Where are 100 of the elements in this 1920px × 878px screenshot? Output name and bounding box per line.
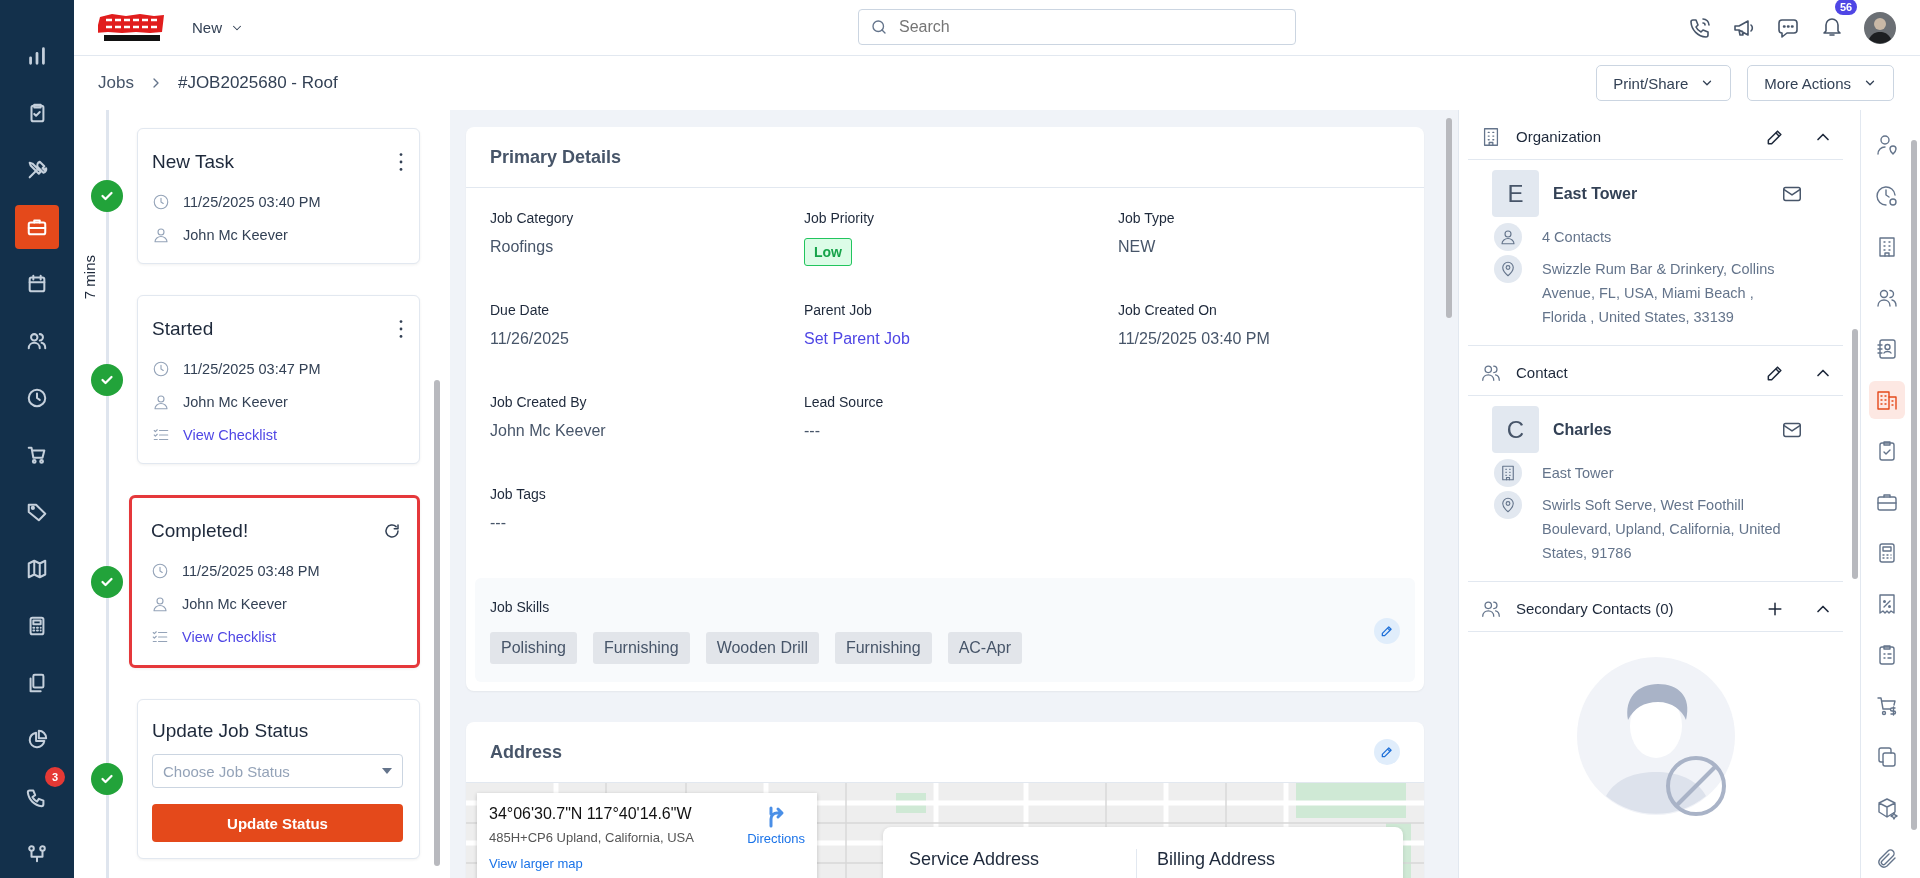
- clock-icon: [152, 192, 170, 211]
- field-label: Job Skills: [490, 599, 550, 615]
- more-button[interactable]: [399, 153, 403, 171]
- initial-avatar: C: [1492, 406, 1539, 453]
- location-pin-icon: [1499, 496, 1517, 514]
- field-label: Parent Job: [804, 302, 872, 318]
- buildings-icon: [1875, 388, 1899, 412]
- user-location-icon: [1875, 133, 1899, 157]
- field-label: Job Type: [1118, 210, 1175, 226]
- clock-icon: [1875, 184, 1899, 208]
- clock-icon: [152, 359, 170, 378]
- field-label: Lead Source: [804, 394, 884, 410]
- checklist-link[interactable]: View Checklist: [182, 628, 277, 645]
- status-title: Update Job Status: [152, 720, 310, 742]
- copy-icon: [1875, 745, 1899, 769]
- org-chart-icon: [26, 843, 48, 865]
- initial-avatar: E: [1492, 170, 1539, 217]
- pencil-icon: [1380, 624, 1394, 638]
- skill-tag: Polishing: [490, 632, 577, 664]
- pencil-icon: [1380, 745, 1394, 759]
- nav-item[interactable]: [15, 205, 59, 249]
- field-value: ---: [490, 514, 506, 532]
- skill-tag: AC-Apr: [947, 632, 1023, 664]
- reopen-button[interactable]: [383, 522, 401, 540]
- field-value: John Mc Keever: [490, 422, 606, 440]
- contact-organization: East Tower: [1542, 464, 1615, 483]
- users-icon: [26, 330, 48, 352]
- status-time: 11/25/2025 03:40 PM: [183, 193, 321, 210]
- breadcrumb-link[interactable]: Jobs: [98, 73, 134, 93]
- checklist-link[interactable]: View Checklist: [183, 426, 278, 443]
- address-heading: Billing Address: [1136, 849, 1384, 878]
- count-badge: 3: [45, 767, 65, 787]
- phone-icon: [1688, 15, 1712, 40]
- location-pin-icon: [1499, 260, 1517, 278]
- kebab-icon: [399, 320, 403, 338]
- field-label: Job Priority: [804, 210, 875, 226]
- status-user: John Mc Keever: [183, 226, 288, 243]
- section-title: Secondary Contacts (0): [1516, 600, 1675, 617]
- field-label: Job Created By: [490, 394, 587, 410]
- coordinates: 34°06'30.7"N 117°40'14.6"W: [489, 805, 693, 824]
- section-title: Contact: [1516, 364, 1569, 381]
- person-icon: [152, 225, 170, 244]
- scrollbar[interactable]: [1911, 140, 1917, 830]
- side-tool-button[interactable]: [1869, 381, 1905, 419]
- search-field[interactable]: Search: [858, 9, 1296, 45]
- dropdown-button[interactable]: More Actions: [1747, 65, 1894, 101]
- dropdown-button[interactable]: Print/Share: [1596, 65, 1732, 101]
- refresh-icon: [383, 522, 401, 540]
- clock-icon: [26, 387, 48, 409]
- tag-icon: [26, 501, 48, 523]
- map-icon: [26, 558, 48, 580]
- skill-tag: Wooden Drill: [705, 632, 819, 664]
- status-time: 11/25/2025 03:47 PM: [183, 360, 321, 377]
- status-title: Completed!: [151, 520, 249, 542]
- cart-icon: [26, 444, 48, 466]
- larger-map-link[interactable]: View larger map: [489, 856, 748, 871]
- section-title: Organization: [1516, 128, 1603, 145]
- pie-chart-icon: [26, 729, 48, 751]
- address-heading: Service Address: [909, 849, 1041, 871]
- person-icon: [152, 392, 170, 411]
- field-label: Due Date: [490, 302, 550, 318]
- organization-name: East Tower: [1553, 184, 1639, 203]
- skill-tag: Furnishing: [592, 632, 690, 664]
- logo-icon: [98, 12, 166, 43]
- bar-chart-icon: [26, 45, 48, 67]
- status-user: John Mc Keever: [183, 393, 288, 410]
- field-label: Job Tags: [490, 486, 546, 502]
- priority-badge: Low: [804, 238, 852, 266]
- status-title: Started: [152, 318, 214, 340]
- directions-link[interactable]: Directions: [747, 805, 805, 846]
- cart-dollar-icon: [1875, 694, 1899, 718]
- field-value: Roofings: [490, 238, 554, 256]
- page-title: #JOB2025680 - Roof: [177, 73, 338, 93]
- box-icon: [1875, 796, 1899, 820]
- update-status-button[interactable]: Update Status: [152, 804, 403, 842]
- section-title: Address: [490, 741, 563, 763]
- calendar-icon: [26, 273, 48, 295]
- section-title: Primary Details: [490, 146, 622, 168]
- status-time: 11/25/2025 03:48 PM: [182, 562, 320, 579]
- organization-address: Swizzle Rum Bar & Drinkery, Collins Avenue, FL, USA, Miami Beach , Florida , United States, 33139: [1542, 260, 1776, 327]
- call-button[interactable]: [1688, 15, 1712, 40]
- more-button[interactable]: [399, 320, 403, 338]
- avatar[interactable]: [1864, 11, 1896, 44]
- new-menu[interactable]: New: [188, 15, 248, 40]
- person-icon: [1499, 228, 1517, 246]
- field-label: Job Created On: [1118, 302, 1217, 318]
- parent-job-link[interactable]: Set Parent Job: [804, 330, 910, 348]
- notification-badge: 56: [1835, 0, 1858, 15]
- skill-tag: Furnishing: [834, 632, 932, 664]
- field-label: Job Category: [490, 210, 574, 226]
- field-value: 11/26/2025: [490, 330, 569, 348]
- contact-address: Swirls Soft Serve, West Foothill Boulevard, Upland, California, United States, 91786: [1542, 496, 1782, 563]
- clock-icon: [151, 561, 169, 580]
- field-value: ---: [804, 422, 820, 440]
- duration-label: 7 mins: [81, 255, 98, 300]
- field-value: NEW: [1118, 238, 1156, 256]
- contacts-count: 4 Contacts: [1542, 228, 1613, 247]
- status-title: New Task: [152, 151, 234, 173]
- contact-book-icon: [1875, 337, 1899, 361]
- contact-name: Charles: [1553, 420, 1613, 439]
